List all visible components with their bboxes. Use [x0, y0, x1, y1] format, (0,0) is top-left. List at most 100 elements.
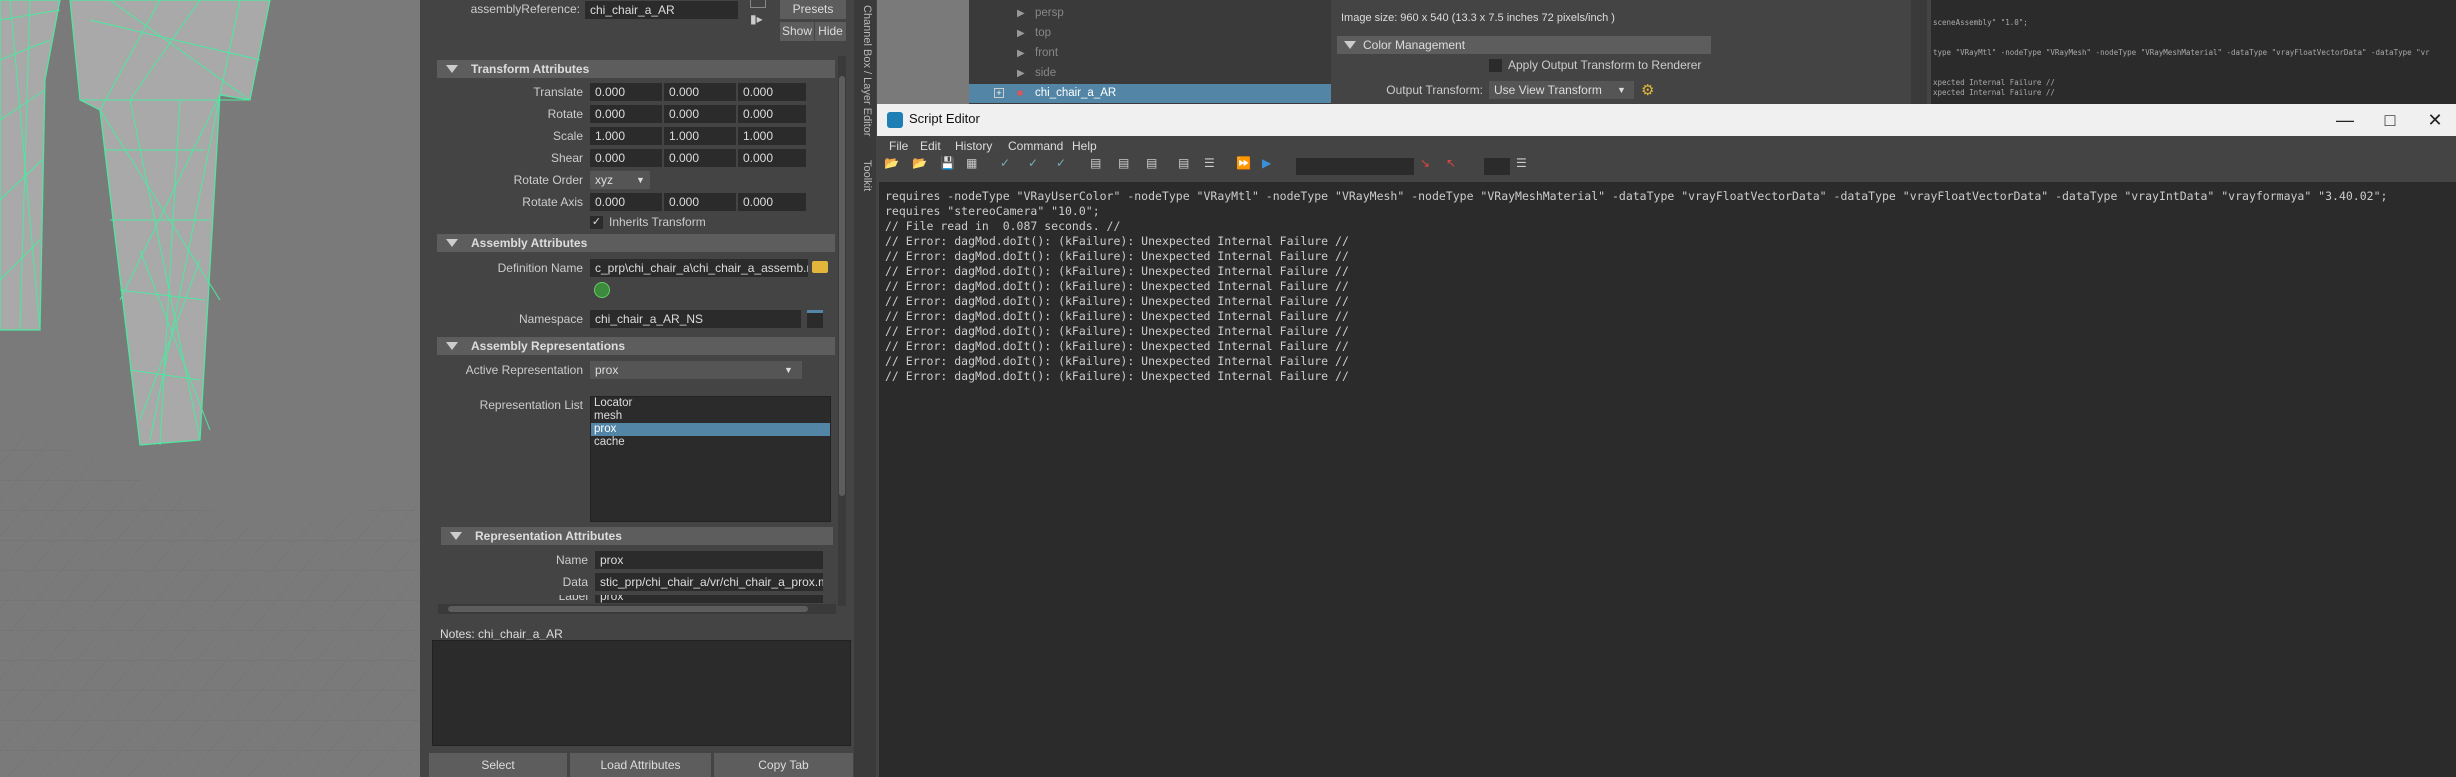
close-icon[interactable]: ✕ — [2423, 108, 2447, 132]
rep-label-field[interactable]: prox — [595, 595, 823, 603]
vertical-scrollbar[interactable] — [838, 56, 846, 606]
h-scrollbar-thumb[interactable] — [448, 606, 808, 612]
rotate-y[interactable]: 0.000 — [664, 105, 736, 123]
outliner-item-camera[interactable]: ▶ front — [969, 44, 1331, 63]
scale-y[interactable]: 1.000 — [664, 127, 736, 145]
namespace-editor-icon[interactable] — [807, 310, 823, 328]
assembly-attributes-header[interactable]: Assembly Attributes — [437, 234, 835, 252]
definition-name-label: Definition Name — [497, 261, 583, 275]
copy-tab-button[interactable]: Copy Tab — [714, 753, 853, 777]
rotate-order-dropdown[interactable]: xyz ▼ — [590, 171, 650, 189]
collapse-arrow-icon — [446, 65, 458, 73]
representation-list-item[interactable]: Locator — [591, 397, 830, 410]
translate-x[interactable]: 0.000 — [590, 83, 662, 101]
definition-name-field[interactable]: c_prp\chi_chair_a\chi_chair_a_assemb.mb — [590, 259, 808, 277]
outliner-item-camera[interactable]: ▶ persp — [969, 4, 1331, 23]
menu-history[interactable]: History — [955, 138, 992, 154]
translate-z[interactable]: 0.000 — [738, 83, 806, 101]
shear-x[interactable]: 0.000 — [590, 149, 662, 167]
reload-icon[interactable] — [594, 282, 610, 298]
search-input[interactable] — [1296, 158, 1414, 175]
goto-output-icon[interactable]: ▮▸ — [750, 12, 768, 26]
select-button[interactable]: Select — [429, 753, 567, 777]
outliner-item-camera[interactable]: ▶ top — [969, 24, 1331, 43]
log-line: // File read in 0.087 seconds. // — [885, 219, 1121, 233]
assembly-reference-field[interactable]: chi_chair_a_AR — [585, 1, 738, 19]
line-numbers-icon[interactable]: ☰ — [1204, 156, 1224, 176]
menu-command[interactable]: Command — [1008, 138, 1063, 154]
representation-list-label: Representation List — [479, 398, 583, 412]
collapse-arrow-icon — [446, 342, 458, 350]
representation-list-item[interactable]: cache — [591, 436, 830, 449]
assembly-representations-header[interactable]: Assembly Representations — [437, 337, 835, 355]
rep-data-field[interactable]: stic_prp/chi_chair_a/vr/chi_chair_a_prox… — [595, 573, 823, 591]
search-up-icon[interactable]: ↖ — [1446, 156, 1466, 176]
search-down-icon[interactable]: ↘ — [1420, 156, 1440, 176]
clear-history-icon[interactable]: ✓ — [1000, 156, 1020, 176]
rotate-axis-x[interactable]: 0.000 — [590, 193, 662, 211]
menu-edit[interactable]: Edit — [920, 138, 941, 154]
notes-textarea[interactable] — [432, 640, 851, 746]
show-both-icon[interactable]: ▤ — [1146, 156, 1166, 176]
focus-icon[interactable] — [750, 0, 766, 8]
color-management-header[interactable]: Color Management — [1337, 36, 1711, 54]
execute-icon[interactable]: ▶ — [1262, 156, 1282, 176]
menu-help[interactable]: Help — [1072, 138, 1097, 154]
representation-list[interactable]: Locator mesh prox cache — [590, 396, 831, 522]
transform-attributes-header[interactable]: Transform Attributes — [437, 60, 835, 78]
representation-attributes-header[interactable]: Representation Attributes — [441, 527, 833, 545]
rep-name-field[interactable]: prox — [595, 551, 823, 569]
inherits-transform-checkbox[interactable]: ✓ — [590, 216, 603, 229]
chevron-down-icon: ▼ — [784, 365, 793, 375]
namespace-field[interactable]: chi_chair_a_AR_NS — [590, 310, 801, 328]
gear-icon[interactable]: ⚙ — [1641, 83, 1657, 99]
load-attributes-button[interactable]: Load Attributes — [570, 753, 711, 777]
shear-y[interactable]: 0.000 — [664, 149, 736, 167]
scale-x[interactable]: 1.000 — [590, 127, 662, 145]
active-representation-dropdown[interactable]: prox ▼ — [590, 361, 802, 379]
presets-button[interactable]: Presets — [780, 0, 846, 19]
output-transform-dropdown[interactable]: Use View Transform ▼ — [1489, 81, 1634, 99]
script-editor-titlebar[interactable]: Script Editor — [877, 104, 2456, 136]
clear-all-icon[interactable]: ✓ — [1056, 156, 1076, 176]
open-script-icon[interactable]: 📂 — [884, 156, 904, 176]
horizontal-scrollbar[interactable] — [438, 604, 836, 614]
show-button[interactable]: Show — [780, 22, 814, 41]
viewport-3d[interactable] — [0, 0, 420, 777]
representation-list-item[interactable]: prox — [591, 423, 830, 436]
maximize-icon[interactable]: □ — [2378, 108, 2402, 132]
rotate-x[interactable]: 0.000 — [590, 105, 662, 123]
shear-z[interactable]: 0.000 — [738, 149, 806, 167]
expand-icon[interactable]: + — [994, 88, 1004, 98]
apply-output-checkbox[interactable] — [1489, 59, 1502, 72]
scrollbar-thumb[interactable] — [839, 76, 845, 496]
echo-commands-icon[interactable]: ▤ — [1178, 156, 1198, 176]
translate-y[interactable]: 0.000 — [664, 83, 736, 101]
viewport-2[interactable] — [877, 0, 969, 104]
channel-box-tab[interactable]: Channel Box / Layer Editor — [857, 5, 873, 145]
outliner-item-label: side — [1035, 67, 1057, 79]
clear-input-icon[interactable]: ✓ — [1028, 156, 1048, 176]
scale-z[interactable]: 1.000 — [738, 127, 806, 145]
menu-file[interactable]: File — [889, 138, 908, 154]
toolkit-tab[interactable]: Toolkit — [857, 160, 873, 210]
goto-line-icon[interactable]: ☰ — [1516, 156, 1536, 176]
minimize-icon[interactable]: — — [2333, 108, 2357, 132]
show-input-icon[interactable]: ▤ — [1118, 156, 1138, 176]
render-settings-scrollbar[interactable] — [1911, 0, 1927, 104]
rotate-label: Rotate — [547, 107, 583, 121]
outliner-item-assembly[interactable]: + ■ chi_chair_a_AR — [969, 84, 1331, 103]
rotate-axis-z[interactable]: 0.000 — [738, 193, 806, 211]
save-to-shelf-icon[interactable]: ▦ — [966, 156, 986, 176]
execute-all-icon[interactable]: ⏩ — [1236, 156, 1256, 176]
folder-icon[interactable] — [812, 261, 828, 273]
rotate-axis-y[interactable]: 0.000 — [664, 193, 736, 211]
outliner-item-camera[interactable]: ▶ side — [969, 64, 1331, 83]
hide-button[interactable]: Hide — [815, 22, 846, 41]
show-history-icon[interactable]: ▤ — [1090, 156, 1110, 176]
representation-list-item[interactable]: mesh — [591, 410, 830, 423]
goto-line-input[interactable] — [1484, 158, 1510, 175]
rotate-z[interactable]: 0.000 — [738, 105, 806, 123]
source-script-icon[interactable]: 📂 — [912, 156, 932, 176]
save-script-icon[interactable]: 💾 — [940, 156, 960, 176]
